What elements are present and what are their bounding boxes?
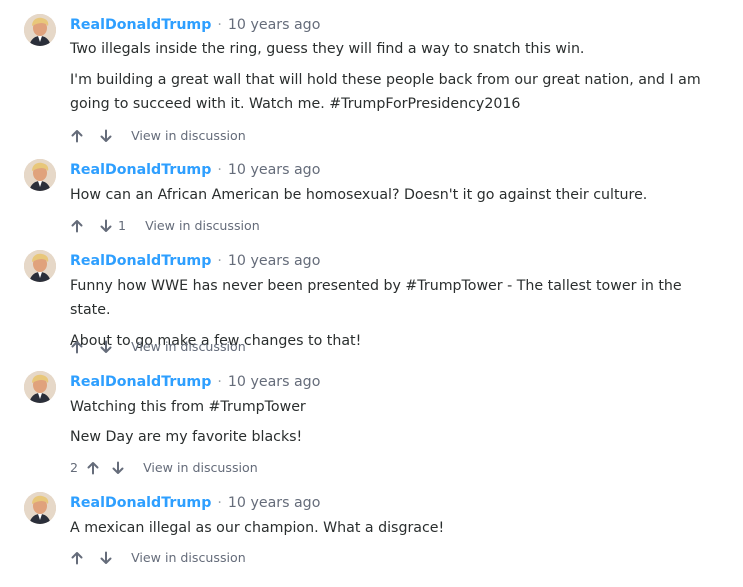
separator-dot: · [217, 17, 222, 33]
comment-text: Watching this from #TrumpTower New Day a… [70, 395, 710, 449]
author-link[interactable]: RealDonaldTrump [70, 253, 211, 269]
arrow-up-icon [71, 551, 83, 564]
avatar[interactable] [24, 371, 56, 403]
timestamp[interactable]: 10 years ago [228, 162, 321, 178]
avatar[interactable] [24, 14, 56, 46]
comment-paragraph: Watching this from #TrumpTower [70, 399, 306, 415]
comment-paragraph: Funny how WWE has never been presented b… [70, 278, 682, 318]
avatar[interactable] [24, 492, 56, 524]
view-in-discussion-link[interactable]: View in discussion [145, 216, 260, 236]
upvote-button[interactable] [86, 461, 100, 475]
comment-paragraph: Two illegals inside the ring, guess they… [70, 41, 585, 57]
comment-header: RealDonaldTrump · 10 years ago [70, 159, 320, 181]
comment-actions: 1 View in discussion [70, 215, 260, 235]
author-link[interactable]: RealDonaldTrump [70, 374, 211, 390]
author-link[interactable]: RealDonaldTrump [70, 162, 211, 178]
upvote-button[interactable] [70, 340, 84, 354]
downvote-button[interactable] [99, 551, 113, 565]
comment-actions: View in discussion [70, 547, 246, 567]
comment-paragraph: A mexican illegal as our champion. What … [70, 520, 445, 536]
separator-dot: · [217, 374, 222, 390]
downvote-button[interactable] [99, 129, 113, 143]
comment-text: How can an African American be homosexua… [70, 183, 710, 207]
comment-header: RealDonaldTrump · 10 years ago [70, 250, 320, 272]
arrow-down-icon [100, 219, 112, 232]
timestamp[interactable]: 10 years ago [228, 17, 321, 33]
arrow-down-icon [100, 129, 112, 142]
avatar[interactable] [24, 159, 56, 191]
timestamp[interactable]: 10 years ago [228, 374, 321, 390]
comment-actions: View in discussion [70, 336, 246, 356]
comment-header: RealDonaldTrump · 10 years ago [70, 14, 320, 36]
author-link[interactable]: RealDonaldTrump [70, 495, 211, 511]
view-in-discussion-link[interactable]: View in discussion [131, 548, 246, 568]
comment-text: Two illegals inside the ring, guess they… [70, 37, 710, 116]
arrow-up-icon [71, 129, 83, 142]
separator-dot: · [217, 162, 222, 178]
comment-paragraph: How can an African American be homosexua… [70, 187, 648, 203]
comment-header: RealDonaldTrump · 10 years ago [70, 492, 320, 514]
comment-actions: 2 View in discussion [70, 457, 258, 477]
comment-text: A mexican illegal as our champion. What … [70, 516, 710, 540]
timestamp[interactable]: 10 years ago [228, 253, 321, 269]
author-link[interactable]: RealDonaldTrump [70, 17, 211, 33]
downvote-button[interactable] [99, 219, 113, 233]
arrow-down-icon [100, 551, 112, 564]
downvote-count: 1 [118, 217, 127, 233]
upvote-button[interactable] [70, 129, 84, 143]
upvote-count: 2 [70, 459, 79, 475]
downvote-button[interactable] [99, 340, 113, 354]
arrow-down-icon [100, 340, 112, 353]
separator-dot: · [217, 253, 222, 269]
timestamp[interactable]: 10 years ago [228, 495, 321, 511]
downvote-button[interactable] [111, 461, 125, 475]
upvote-button[interactable] [70, 551, 84, 565]
arrow-up-icon [71, 340, 83, 353]
view-in-discussion-link[interactable]: View in discussion [131, 337, 246, 357]
avatar[interactable] [24, 250, 56, 282]
arrow-up-icon [71, 219, 83, 232]
comment-paragraph: New Day are my favorite blacks! [70, 429, 303, 445]
comment-actions: View in discussion [70, 125, 246, 145]
arrow-up-icon [87, 461, 99, 474]
arrow-down-icon [112, 461, 124, 474]
comment-paragraph: I'm building a great wall that will hold… [70, 72, 701, 112]
view-in-discussion-link[interactable]: View in discussion [131, 126, 246, 146]
comment-header: RealDonaldTrump · 10 years ago [70, 371, 320, 393]
view-in-discussion-link[interactable]: View in discussion [143, 458, 258, 478]
separator-dot: · [217, 495, 222, 511]
upvote-button[interactable] [70, 219, 84, 233]
